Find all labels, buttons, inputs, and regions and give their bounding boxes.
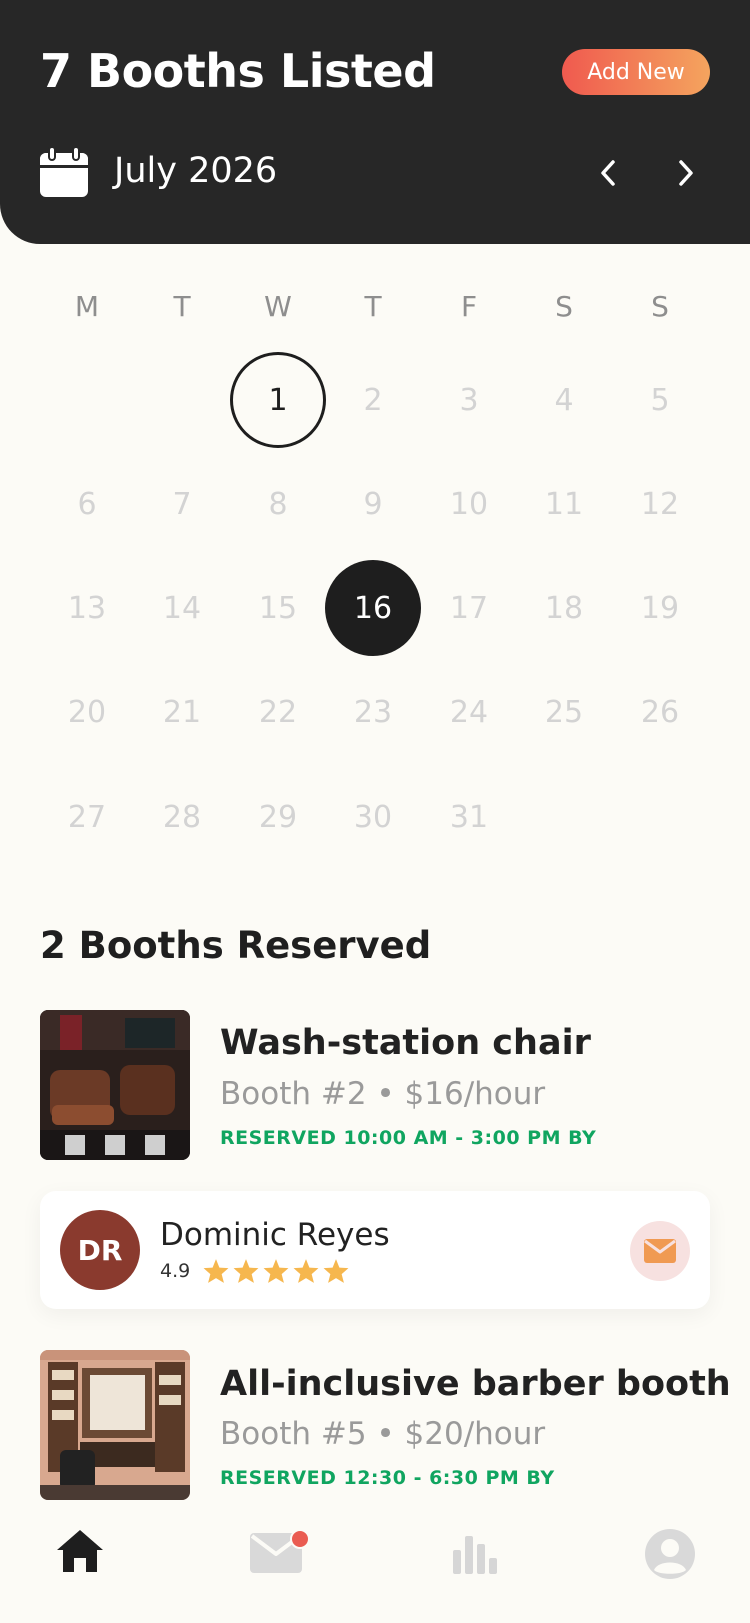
nav-home[interactable] (40, 1528, 120, 1623)
rating: 4.9 (160, 1258, 352, 1284)
calendar-day[interactable]: 11 (516, 456, 612, 552)
calendar-day[interactable]: 5 (612, 352, 708, 448)
calendar-day[interactable]: 14 (134, 560, 230, 656)
nav-stats[interactable] (434, 1528, 514, 1623)
calendar-day[interactable]: 26 (612, 664, 708, 760)
weekday-label: S (555, 290, 573, 323)
star-icon (323, 1259, 349, 1283)
calendar-day[interactable]: 24 (421, 664, 517, 760)
star-icon (203, 1259, 229, 1283)
weekday-label: F (460, 290, 478, 323)
bottom-nav (0, 1528, 750, 1623)
calendar-day[interactable]: 1 (230, 352, 326, 448)
calendar-day[interactable]: 13 (39, 560, 135, 656)
booth-meta: Booth #5 • $20/hour (220, 1416, 546, 1452)
weekday-label: S (651, 290, 669, 323)
calendar-day[interactable]: 22 (230, 664, 326, 760)
nav-profile[interactable] (630, 1528, 710, 1623)
booth-photo[interactable] (40, 1010, 190, 1160)
calendar-day[interactable]: 4 (516, 352, 612, 448)
stats-icon (453, 1536, 497, 1574)
profile-icon (645, 1529, 695, 1579)
star-icon (233, 1259, 259, 1283)
calendar-day[interactable]: 31 (421, 769, 517, 865)
calendar-icon (40, 147, 88, 197)
calendar-day[interactable]: 9 (325, 456, 421, 552)
page-title: 7 Booths Listed (40, 44, 436, 98)
header: 7 Booths Listed Add New July 2026 (0, 0, 750, 244)
calendar-day[interactable]: 28 (134, 769, 230, 865)
calendar-day[interactable]: 20 (39, 664, 135, 760)
calendar-day[interactable]: 27 (39, 769, 135, 865)
calendar-day[interactable]: 16 (325, 560, 421, 656)
calendar-day[interactable]: 3 (421, 352, 517, 448)
notification-dot (290, 1529, 310, 1549)
chevron-left-icon (601, 160, 615, 186)
month-label: July 2026 (114, 151, 278, 191)
calendar-day[interactable]: 15 (230, 560, 326, 656)
calendar-day[interactable]: 17 (421, 560, 517, 656)
calendar-day[interactable]: 30 (325, 769, 421, 865)
calendar-day[interactable]: 19 (612, 560, 708, 656)
calendar-day[interactable]: 7 (134, 456, 230, 552)
weekday-label: W (264, 290, 292, 323)
booth-photo-image (40, 1010, 190, 1160)
calendar-day[interactable]: 25 (516, 664, 612, 760)
nav-messages[interactable] (236, 1528, 316, 1623)
app-screen: 7 Booths Listed Add New July 2026 M T W T F S… (0, 0, 750, 1623)
booth-meta: Booth #2 • $16/hour (220, 1076, 546, 1112)
star-rating (202, 1258, 352, 1284)
previous-month-button[interactable] (592, 154, 624, 192)
star-icon (263, 1259, 289, 1283)
weekday-label: T (173, 290, 191, 323)
calendar-day[interactable]: 23 (325, 664, 421, 760)
booth-photo-image (40, 1350, 190, 1500)
calendar-day[interactable]: 18 (516, 560, 612, 656)
message-button[interactable] (630, 1221, 690, 1281)
booth-name: All-inclusive barber booth (220, 1364, 731, 1404)
calendar-day[interactable]: 10 (421, 456, 517, 552)
star-icon (293, 1259, 319, 1283)
reserved-section-title: 2 Booths Reserved (40, 924, 432, 967)
home-icon (57, 1530, 103, 1572)
chevron-right-icon (679, 160, 693, 186)
calendar-day[interactable]: 6 (39, 456, 135, 552)
booth-photo[interactable] (40, 1350, 190, 1500)
calendar-day[interactable]: 21 (134, 664, 230, 760)
mail-icon (644, 1239, 676, 1263)
next-month-button[interactable] (670, 154, 702, 192)
calendar-day[interactable]: 12 (612, 456, 708, 552)
add-new-button[interactable]: Add New (562, 49, 710, 95)
rating-value: 4.9 (160, 1260, 191, 1282)
weekday-label: M (74, 290, 100, 323)
avatar: DR (60, 1210, 140, 1290)
renter-card[interactable]: DR Dominic Reyes 4.9 (40, 1191, 710, 1309)
booth-status: RESERVED 12:30 - 6:30 PM BY (220, 1467, 555, 1489)
calendar-day[interactable]: 8 (230, 456, 326, 552)
renter-name: Dominic Reyes (160, 1217, 390, 1253)
weekday-header-row: MTWTFSS (40, 290, 710, 330)
booth-status: RESERVED 10:00 AM - 3:00 PM BY (220, 1127, 597, 1149)
weekday-label: T (364, 290, 382, 323)
booth-name: Wash-station chair (220, 1023, 591, 1063)
calendar-day[interactable]: 29 (230, 769, 326, 865)
calendar-day[interactable]: 2 (325, 352, 421, 448)
